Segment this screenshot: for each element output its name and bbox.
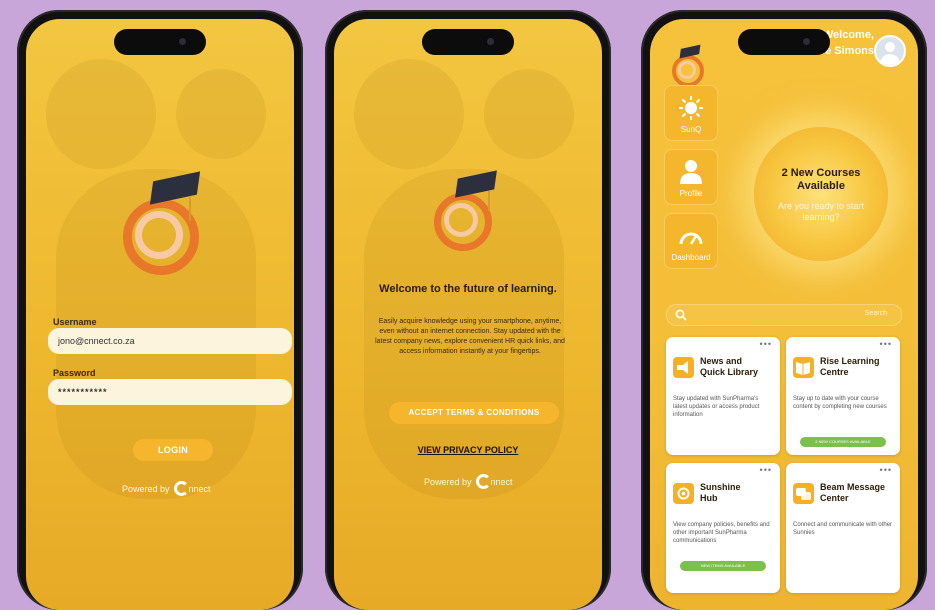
background-photo [46, 59, 156, 169]
camera-notch [422, 29, 514, 55]
new-courses-banner[interactable]: 2 New Courses Available Are you ready to… [754, 127, 888, 261]
sidebar-item-dashboard[interactable]: Dashboard [664, 213, 718, 269]
banner-title: 2 New Courses Available [781, 167, 861, 192]
password-field[interactable]: *********** [48, 379, 292, 405]
book-icon [793, 357, 814, 378]
graduation-cap-logo [670, 43, 710, 87]
username-label: Username [53, 317, 97, 327]
username-field[interactable]: jono@cnnect.co.za [48, 328, 292, 354]
login-button[interactable]: LOGIN [132, 438, 214, 462]
phone-dashboard: Welcome, Tlale Simons SunQ Profile Dashb… [641, 10, 927, 610]
courses-available-bar[interactable]: 2 NEW COURSES AVAILABLE [800, 437, 886, 447]
card-rise-learning[interactable]: ••• Rise Learning Centre Stay up to date … [786, 337, 900, 455]
powered-by: Powered by nnect [122, 481, 211, 496]
sidebar-item-label: Dashboard [671, 253, 711, 262]
powered-by: Powered by nnect [424, 474, 513, 489]
card-menu-icon[interactable]: ••• [760, 465, 772, 475]
card-title: Rise Learning Centre [820, 356, 880, 377]
sunshine-icon [673, 483, 694, 504]
accept-terms-button[interactable]: ACCEPT TERMS & CONDITIONS [388, 401, 560, 425]
sidebar-item-sunq[interactable]: SunQ [664, 85, 718, 141]
connect-logo-text: nnect [188, 483, 211, 494]
camera-notch [738, 29, 830, 55]
phone-terms: Welcome to the future of learning. Easil… [325, 10, 611, 610]
phone-login: Username jono@cnnect.co.za Password ****… [17, 10, 303, 610]
card-menu-icon[interactable]: ••• [880, 339, 892, 349]
sidebar-item-label: SunQ [680, 125, 702, 134]
background-photo [176, 69, 266, 159]
card-beam-message[interactable]: ••• Beam Message Center Connect and commu… [786, 463, 900, 593]
banner-subtitle: Are you ready to start learning? [777, 201, 865, 222]
card-description: Stay updated with SunPharma's latest upd… [673, 396, 760, 418]
chat-icon [793, 483, 814, 504]
background-photo [484, 69, 574, 159]
card-sunshine-hub[interactable]: ••• Sunshine Hub View company policies, b… [666, 463, 780, 593]
sidebar-item-profile[interactable]: Profile [664, 149, 718, 205]
privacy-policy-link[interactable]: VIEW PRIVACY POLICY [334, 445, 602, 455]
search-placeholder: Search [864, 310, 887, 317]
background-photo [354, 59, 464, 169]
connect-logo: nnect [173, 481, 211, 496]
gauge-icon [679, 232, 703, 245]
connect-logo: nnect [475, 474, 513, 489]
graduation-cap-logo [121, 169, 211, 275]
welcome-heading: Welcome to the future of learning. [379, 283, 557, 295]
graduation-cap-logo [432, 169, 512, 251]
intro-paragraph: Easily acquire knowledge using your smar… [375, 318, 565, 355]
powered-by-text: Powered by [122, 483, 170, 494]
connect-logo-text: nnect [490, 476, 513, 487]
powered-by-text: Powered by [424, 476, 472, 487]
login-screen: Username jono@cnnect.co.za Password ****… [26, 19, 294, 610]
dashboard-screen: Welcome, Tlale Simons SunQ Profile Dashb… [650, 19, 918, 610]
card-title: News and Quick Library [700, 356, 759, 377]
person-icon [680, 160, 702, 184]
camera-notch [114, 29, 206, 55]
card-menu-icon[interactable]: ••• [760, 339, 772, 349]
card-description: Connect and communicate with other Sunni… [793, 522, 893, 536]
card-news-library[interactable]: ••• News and Quick Library Stay updated w… [666, 337, 780, 455]
search-input[interactable]: Search [666, 304, 902, 326]
avatar[interactable] [874, 35, 906, 67]
terms-screen: Welcome to the future of learning. Easil… [334, 19, 602, 610]
password-label: Password [53, 368, 96, 378]
megaphone-icon [673, 357, 694, 378]
card-title: Sunshine Hub [700, 482, 741, 503]
card-menu-icon[interactable]: ••• [880, 465, 892, 475]
card-description: Stay up to date with your course content… [793, 396, 887, 410]
card-title: Beam Message Center [820, 482, 886, 503]
search-icon [675, 309, 687, 321]
sun-icon [679, 96, 703, 120]
new-items-bar[interactable]: NEW ITEMS AVAILABLE [680, 561, 766, 571]
sidebar-item-label: Profile [679, 189, 703, 198]
card-description: View company policies, benefits and othe… [673, 522, 770, 544]
